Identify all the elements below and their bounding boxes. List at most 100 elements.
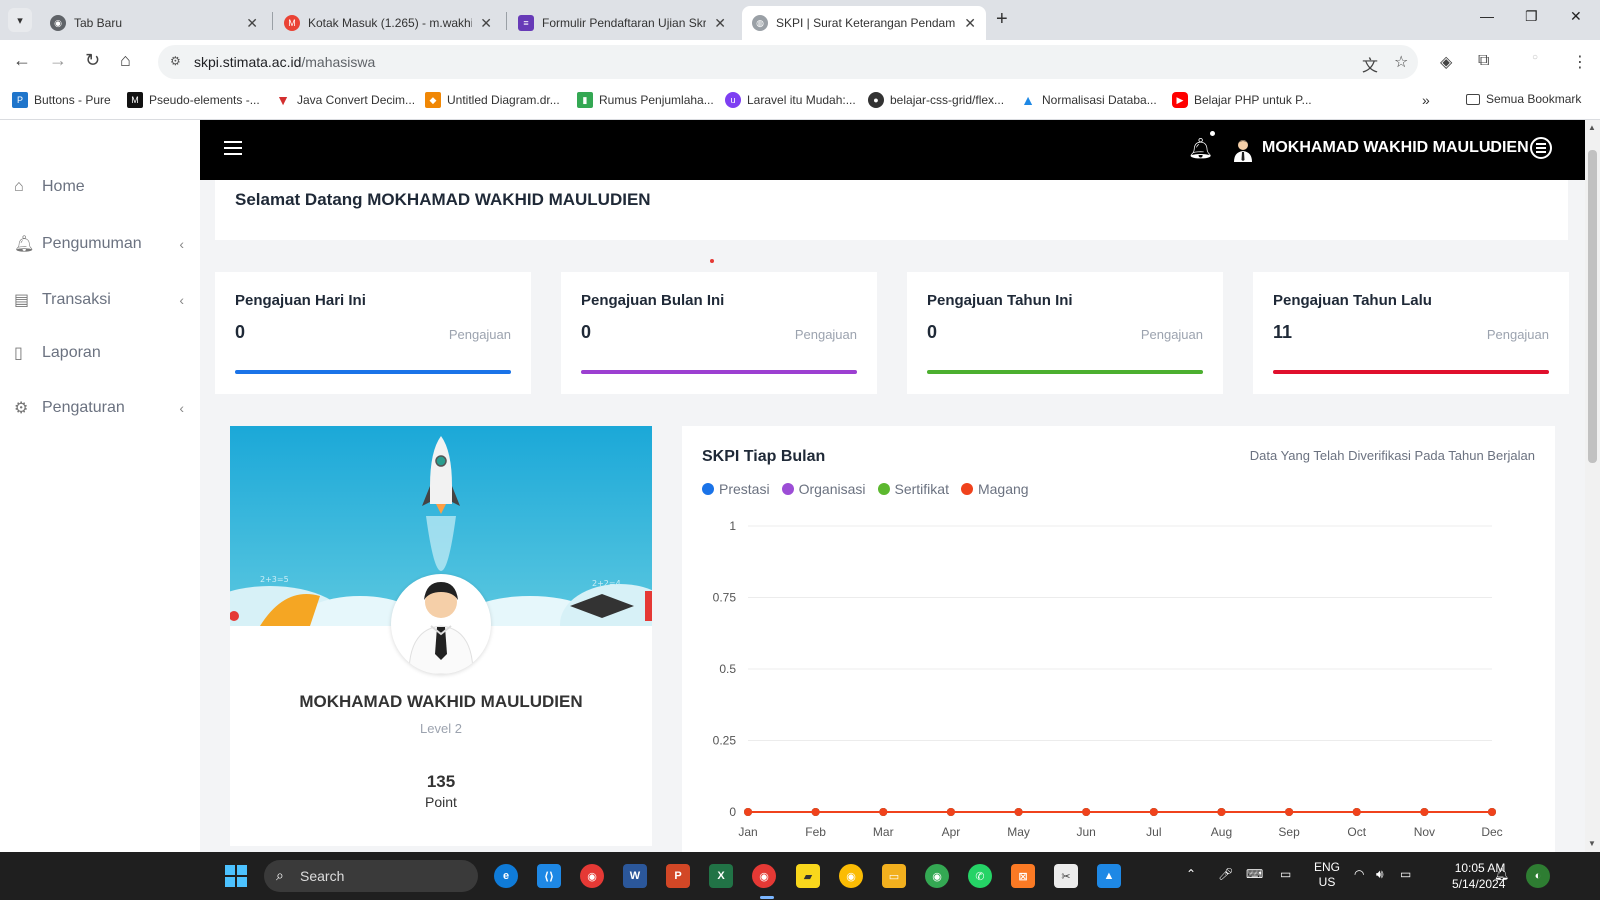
bookmark-item[interactable]: ◆ Untitled Diagram.dr... xyxy=(425,92,560,108)
bookmark-item[interactable]: P Buttons - Pure xyxy=(12,92,111,108)
hamburger-menu-icon[interactable] xyxy=(224,141,242,159)
data-point-magang xyxy=(1149,808,1158,816)
chevron-down-icon[interactable]: ⌄ xyxy=(1485,138,1497,155)
battery-icon[interactable]: ▭ xyxy=(1400,867,1411,881)
bookmark-star-icon[interactable]: ☆ xyxy=(1394,52,1408,72)
minimize-icon[interactable]: — xyxy=(1480,8,1494,24)
browser-tab-new-tab[interactable]: ◉ Tab Baru ✕ xyxy=(40,6,268,40)
gmail-icon: M xyxy=(284,15,300,31)
chrome-profile-icon[interactable]: ◉ xyxy=(839,864,863,888)
bookmark-favicon-icon: ▲ xyxy=(1021,92,1035,108)
bookmark-item[interactable]: ▼ Java Convert Decim... xyxy=(275,92,415,108)
microphone-icon[interactable]: 🎤︎ xyxy=(1218,867,1233,881)
volume-icon[interactable]: 🔊︎ xyxy=(1376,867,1384,882)
chrome-alt-icon[interactable]: ◉ xyxy=(925,864,949,888)
forms-icon: ≡ xyxy=(518,15,534,31)
chrome-icon[interactable]: ◉ xyxy=(580,864,604,888)
close-tab-icon[interactable]: ✕ xyxy=(480,15,492,32)
sidebar-item-pengaturan[interactable]: ⚙ Pengaturan ‹ xyxy=(14,398,184,418)
user-avatar-icon[interactable] xyxy=(1232,138,1254,162)
photos-icon[interactable]: ▲ xyxy=(1097,864,1121,888)
edge-icon[interactable]: e xyxy=(494,864,518,888)
all-bookmarks-folder[interactable]: Semua Bookmark xyxy=(1466,92,1581,106)
close-window-icon[interactable]: ✕ xyxy=(1570,8,1582,25)
scrollbar-thumb[interactable] xyxy=(1588,150,1597,463)
browser-tab-skpi[interactable]: ◍ SKPI | Surat Keterangan Pendam ✕ xyxy=(742,6,986,40)
x-tick-label: Dec xyxy=(1481,825,1502,839)
snipping-tool-icon[interactable]: ✂ xyxy=(1054,864,1078,888)
x-tick-label: Jul xyxy=(1146,825,1161,839)
legend-item-organisasi[interactable]: Organisasi xyxy=(781,481,866,497)
forward-icon[interactable]: → xyxy=(49,50,67,71)
vscode-icon[interactable]: ⟨⟩ xyxy=(537,864,561,888)
svg-text:2+2=4: 2+2=4 xyxy=(592,579,621,588)
excel-icon[interactable]: X xyxy=(709,864,733,888)
legend-item-magang[interactable]: Magang xyxy=(960,481,1029,497)
sidebar-item-transaksi[interactable]: ▤ Transaksi ‹ xyxy=(14,290,184,310)
app-viewport: ⌂ Home 🔔︎ Pengumuman ‹ ▤ Transaksi ‹ ▯ L… xyxy=(0,120,1585,852)
bookmark-favicon-icon: ▮ xyxy=(577,92,593,108)
keyboard-icon[interactable]: ⌨ xyxy=(1246,867,1263,881)
browser-tab-gmail[interactable]: M Kotak Masuk (1.265) - m.wakhid ✕ xyxy=(274,6,502,40)
profile-icon[interactable]: ○ xyxy=(1532,52,1538,63)
tab-separator xyxy=(272,12,273,30)
word-icon[interactable]: W xyxy=(623,864,647,888)
powerpoint-icon[interactable]: P xyxy=(666,864,690,888)
close-tab-icon[interactable]: ✕ xyxy=(246,15,258,32)
bookmark-favicon-icon: ◆ xyxy=(425,92,441,108)
new-tab-button[interactable]: + xyxy=(996,8,1008,31)
bookmark-item[interactable]: ▶ Belajar PHP untuk P... xyxy=(1172,92,1312,108)
y-tick-label: 0 xyxy=(729,805,736,819)
close-tab-icon[interactable]: ✕ xyxy=(714,15,726,32)
reload-icon[interactable]: ↻ xyxy=(85,50,100,71)
address-bar[interactable]: ⚙ skpi.stimata.ac.id/mahasiswa xyxy=(158,45,1418,79)
sticky-notes-icon[interactable]: ▰ xyxy=(796,864,820,888)
display-icon[interactable]: ▭ xyxy=(1280,867,1291,881)
close-tab-icon[interactable]: ✕ xyxy=(964,15,976,32)
scroll-down-icon[interactable]: ▼ xyxy=(1588,839,1596,848)
bookmark-item[interactable]: ▲ Normalisasi Databa... xyxy=(1020,92,1157,108)
scroll-up-icon[interactable]: ▲ xyxy=(1588,123,1596,132)
sidebar-item-laporan[interactable]: ▯ Laporan xyxy=(14,343,184,363)
chrome-active-icon[interactable]: ◉ xyxy=(752,864,776,888)
chevron-left-icon: ‹ xyxy=(179,236,184,252)
browser-tab-forms[interactable]: ≡ Formulir Pendaftaran Ujian Skri ✕ xyxy=(508,6,736,40)
extensions-puzzle-icon[interactable]: ⧉ xyxy=(1478,52,1489,70)
x-tick-label: Aug xyxy=(1211,825,1232,839)
folder-icon xyxy=(1466,93,1480,105)
bookmark-item[interactable]: M Pseudo-elements -... xyxy=(127,92,260,108)
back-icon[interactable]: ← xyxy=(13,50,31,71)
sidebar-item-home[interactable]: ⌂ Home xyxy=(14,178,184,196)
file-explorer-icon[interactable]: ▭ xyxy=(882,864,906,888)
tab-search-button[interactable]: ▾ xyxy=(8,8,32,32)
bookmark-item[interactable]: ▮ Rumus Penjumlaha... xyxy=(577,92,714,108)
site-info-icon[interactable]: ⚙ xyxy=(170,54,181,68)
y-tick-label: 1 xyxy=(729,519,736,533)
extension-icon[interactable]: ◈ xyxy=(1440,52,1452,72)
whatsapp-icon[interactable]: ✆ xyxy=(968,864,992,888)
more-bookmarks-icon[interactable]: » xyxy=(1422,92,1430,108)
weather-widget-icon[interactable]: ◐ xyxy=(1526,864,1550,888)
notification-icon[interactable]: 🔔︎ xyxy=(1494,867,1509,881)
options-menu-icon[interactable] xyxy=(1530,137,1552,159)
stat-progress-bar xyxy=(581,370,857,374)
windows-start-icon[interactable] xyxy=(224,864,248,888)
taskbar-search[interactable]: ⌕ Search xyxy=(264,860,478,892)
show-hidden-icons-icon[interactable]: ⌃ xyxy=(1186,867,1196,881)
bookmark-item[interactable]: u Laravel itu Mudah:... xyxy=(725,92,856,108)
page-scrollbar[interactable]: ▲ ▼ xyxy=(1585,120,1600,852)
legend-item-sertifikat[interactable]: Sertifikat xyxy=(877,481,949,497)
bookmark-favicon-icon: u xyxy=(725,92,741,108)
maximize-icon[interactable]: ❐ xyxy=(1525,8,1538,25)
data-point-magang xyxy=(744,808,752,816)
home-icon[interactable]: ⌂ xyxy=(120,50,131,71)
notification-bell-icon[interactable]: 🔔︎ xyxy=(1188,136,1213,161)
wifi-icon[interactable]: ◠ xyxy=(1354,867,1364,881)
language-indicator[interactable]: ENG US xyxy=(1314,860,1340,890)
xampp-icon[interactable]: ⊠ xyxy=(1011,864,1035,888)
sidebar-item-pengumuman[interactable]: 🔔︎ Pengumuman ‹ xyxy=(14,234,184,254)
legend-item-prestasi[interactable]: Prestasi xyxy=(702,481,770,497)
browser-menu-icon[interactable]: ⋮ xyxy=(1572,52,1588,72)
translate-icon[interactable]: 文 xyxy=(1362,52,1378,76)
bookmark-item[interactable]: ● belajar-css-grid/flex... xyxy=(868,92,1004,108)
